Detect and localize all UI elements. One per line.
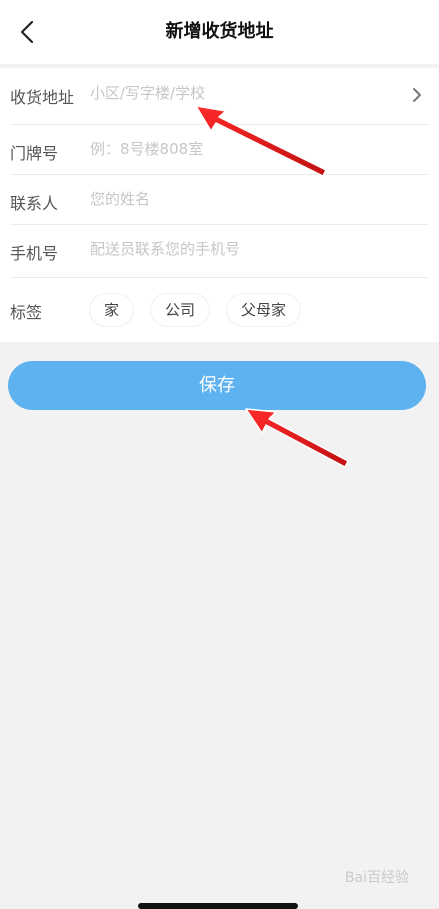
door-number-input[interactable] [90, 140, 399, 158]
tag-company[interactable]: 公司 [151, 294, 210, 326]
phone-input[interactable] [90, 240, 399, 258]
chevron-right-icon [413, 88, 421, 102]
phone-row: 手机号 [0, 225, 439, 277]
address-form: 收货地址 门牌号 联系人 手机号 标签 家 公司 父母家 [0, 68, 439, 342]
tags-row: 标签 家 公司 父母家 [0, 278, 439, 342]
address-input[interactable] [90, 84, 399, 102]
page-title: 新增收货地址 [165, 21, 274, 42]
phone-label: 手机号 [10, 244, 59, 263]
tags-label: 标签 [10, 303, 43, 322]
address-label: 收货地址 [10, 88, 75, 107]
contact-row: 联系人 [0, 175, 439, 225]
save-button[interactable]: 保存 [8, 361, 426, 410]
contact-name-input[interactable] [90, 190, 399, 208]
nav-bar: 新增收货地址 [0, 0, 439, 64]
door-label: 门牌号 [10, 144, 59, 163]
watermark: Bai百经验 [344, 870, 409, 886]
address-row[interactable]: 收货地址 [0, 68, 439, 124]
door-row: 门牌号 [0, 125, 439, 175]
tag-parents-home[interactable]: 父母家 [227, 294, 301, 326]
annotation-arrow-icon [245, 408, 349, 468]
tag-home[interactable]: 家 [90, 294, 134, 326]
home-indicator[interactable] [138, 903, 298, 909]
contact-label: 联系人 [10, 194, 59, 213]
